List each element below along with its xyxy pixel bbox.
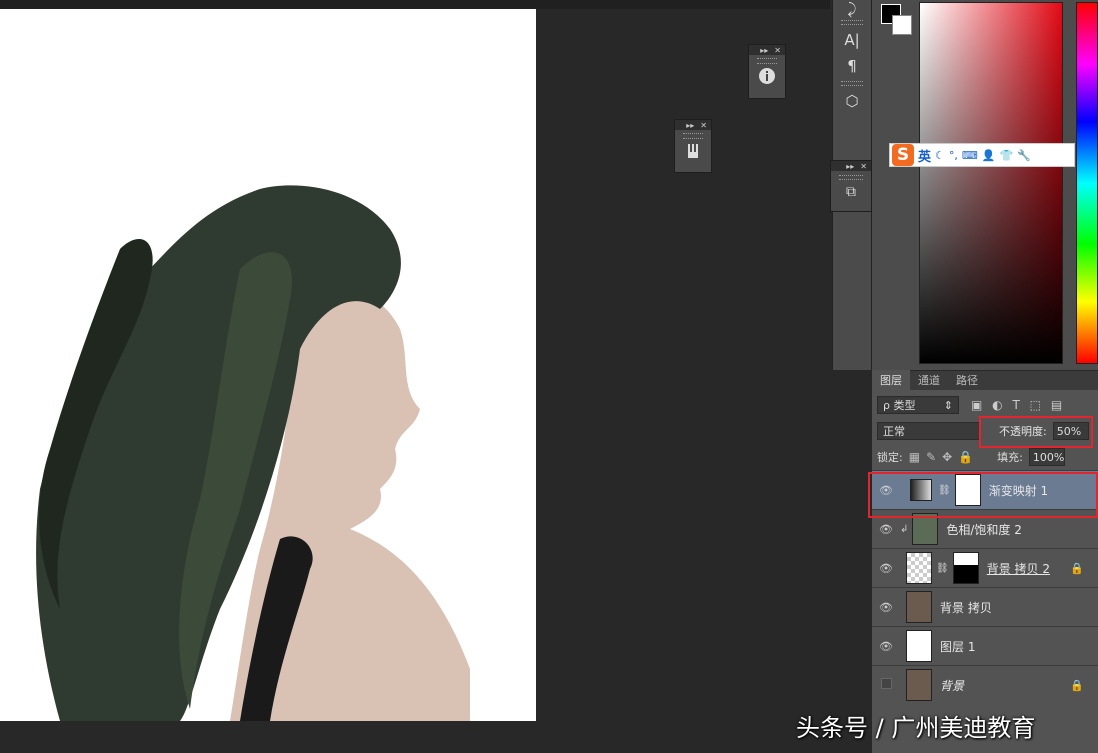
- blend-mode-value: 正常: [883, 425, 905, 438]
- workspace-bottom: [0, 721, 830, 753]
- wrench-icon[interactable]: 🔧: [1017, 149, 1031, 162]
- layer-name: 背景 拷贝 2: [986, 561, 1050, 576]
- lock-position-icon[interactable]: ✥: [942, 450, 952, 464]
- fill-value: 100%: [1032, 450, 1065, 464]
- watermark: 头条号 / 广州美迪教育: [796, 714, 1036, 742]
- eye-icon[interactable]: 👁: [872, 640, 900, 653]
- language-toggle[interactable]: 英: [918, 146, 931, 165]
- mini-panel-header[interactable]: ▸▸ ✕: [831, 161, 871, 171]
- fill-label: 填充:: [997, 451, 1023, 464]
- chevron-down-icon: ⇕: [943, 398, 953, 412]
- character-icon[interactable]: A|: [833, 27, 871, 53]
- layer-row[interactable]: 👁 图层 1: [872, 626, 1098, 665]
- layer-name: 背景: [940, 678, 965, 693]
- panel-tabs: 图层 通道 路径: [872, 370, 1098, 390]
- eye-icon[interactable]: 👁: [872, 562, 900, 575]
- panel-grip[interactable]: [839, 175, 863, 180]
- hue-slider[interactable]: [1076, 2, 1098, 364]
- shirt-icon[interactable]: 👕: [999, 149, 1013, 162]
- lock-all-icon[interactable]: 🔒: [958, 450, 973, 464]
- blend-mode-select[interactable]: 正常: [877, 422, 981, 440]
- ime-toolbar[interactable]: S 英 ☾ °, ⌨ 👤 👕 🔧: [889, 143, 1075, 167]
- document-tab-strip: [0, 0, 830, 9]
- strip-grip[interactable]: [841, 20, 863, 25]
- punctuation-icon[interactable]: °,: [949, 149, 958, 162]
- filter-row: ρ 类型 ⇕ ▣ ◐ T ⬚ ▤: [872, 392, 1098, 418]
- collapse-icon[interactable]: ▸▸: [686, 121, 694, 130]
- info-mini-panel[interactable]: ▸▸ ✕: [748, 44, 786, 99]
- layer-row[interactable]: 👁 ⛓ 背景 拷贝 2 🔒: [872, 548, 1098, 587]
- opacity-highlight-box: [979, 416, 1093, 448]
- document-canvas[interactable]: [0, 9, 536, 721]
- filter-icons: ▣ ◐ T ⬚ ▤: [971, 398, 1068, 412]
- layer-thumbnail: [906, 552, 932, 584]
- brushes-icon[interactable]: [675, 142, 711, 160]
- layer-thumbnail: [906, 591, 932, 623]
- layer-row[interactable]: 背景 🔒: [872, 665, 1098, 704]
- 3d-icon[interactable]: ⬡: [833, 88, 871, 114]
- layer-row[interactable]: 👁 背景 拷贝: [872, 587, 1098, 626]
- layer-mask-thumbnail[interactable]: [952, 552, 979, 584]
- double-exposure-artwork: [36, 185, 470, 721]
- eye-icon[interactable]: 👁: [872, 601, 900, 614]
- filter-label: ρ 类型: [883, 399, 916, 412]
- layer-thumbnail: [906, 669, 932, 701]
- visibility-toggle[interactable]: [872, 678, 900, 692]
- user-icon[interactable]: 👤: [982, 149, 996, 162]
- layer-comps-icon[interactable]: ⧉: [831, 184, 871, 200]
- adjustment-filter-icon[interactable]: ◐: [992, 398, 1002, 412]
- layer-thumbnail: [906, 630, 932, 662]
- clip-arrow-icon: ↲: [900, 523, 909, 535]
- collapse-icon[interactable]: ▸▸: [846, 162, 854, 171]
- 3d-mini-panel[interactable]: ▸▸ ✕ ⧉: [830, 160, 872, 212]
- shape-filter-icon[interactable]: ⬚: [1030, 398, 1041, 412]
- paragraph-icon[interactable]: ¶: [833, 53, 871, 79]
- image-filter-icon[interactable]: ▣: [971, 398, 982, 412]
- smart-object-filter-icon[interactable]: ▤: [1051, 398, 1062, 412]
- color-saturation-field[interactable]: [919, 2, 1063, 364]
- type-filter-icon[interactable]: T: [1012, 398, 1019, 412]
- moon-icon[interactable]: ☾: [935, 149, 945, 162]
- layer-name: 图层 1: [940, 639, 976, 654]
- keyboard-icon[interactable]: ⌨: [962, 149, 978, 162]
- layer-name: 背景 拷贝: [940, 600, 992, 615]
- close-icon[interactable]: ✕: [700, 121, 707, 130]
- collapse-icon[interactable]: ▸▸: [760, 46, 768, 55]
- panel-grip[interactable]: [757, 58, 777, 64]
- close-icon[interactable]: ✕: [774, 46, 781, 55]
- lock-pixels-icon[interactable]: ✎: [926, 450, 936, 464]
- tab-channels[interactable]: 通道: [910, 370, 948, 390]
- history-icon[interactable]: ⤸: [833, 0, 871, 18]
- lock-icon: 🔒: [1070, 678, 1084, 692]
- eye-icon[interactable]: 👁: [872, 523, 900, 536]
- tab-layers[interactable]: 图层: [872, 370, 910, 390]
- strip-grip[interactable]: [841, 81, 863, 86]
- link-icon[interactable]: ⛓: [936, 563, 949, 574]
- tab-paths[interactable]: 路径: [948, 370, 986, 390]
- mini-panel-header[interactable]: ▸▸ ✕: [675, 120, 711, 130]
- brushes-mini-panel[interactable]: ▸▸ ✕: [674, 119, 712, 173]
- sogou-logo-icon[interactable]: S: [892, 144, 914, 166]
- layer-filter-select[interactable]: ρ 类型 ⇕: [877, 396, 959, 414]
- close-icon[interactable]: ✕: [860, 162, 867, 171]
- fill-input[interactable]: 100%: [1028, 448, 1065, 466]
- mini-panel-header[interactable]: ▸▸ ✕: [749, 45, 785, 55]
- panel-grip[interactable]: [683, 133, 703, 139]
- info-icon[interactable]: [749, 67, 785, 85]
- lock-label: 锁定:: [877, 451, 903, 464]
- background-color-swatch[interactable]: [892, 15, 912, 35]
- lock-transparency-icon[interactable]: ▦: [909, 450, 920, 464]
- lock-icon: 🔒: [1070, 561, 1084, 575]
- layer-name: 色相/饱和度 2: [946, 522, 1022, 537]
- selected-layer-highlight-box: [868, 472, 1098, 518]
